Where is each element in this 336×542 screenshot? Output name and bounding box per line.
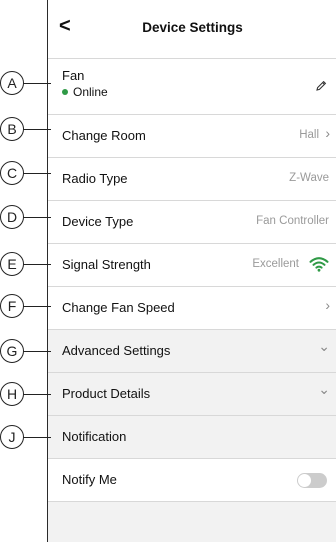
- callout-leader: [23, 83, 51, 84]
- advanced-settings-row[interactable]: Advanced Settings ⌄: [48, 330, 336, 373]
- notification-label: Notification: [62, 429, 127, 444]
- device-name: Fan: [62, 68, 85, 83]
- callout-b: B: [0, 117, 24, 141]
- phone-screen: < Device Settings Fan Online Change Room…: [47, 0, 336, 542]
- change-room-row[interactable]: Change Room Hall ›: [48, 115, 336, 158]
- change-room-label: Change Room: [62, 128, 146, 143]
- chevron-right-icon: ›: [325, 125, 330, 141]
- callout-f: F: [0, 294, 24, 318]
- callout-c: C: [0, 161, 24, 185]
- callout-e: E: [0, 252, 24, 276]
- chevron-down-icon: ⌄: [318, 381, 330, 397]
- pencil-icon[interactable]: [315, 80, 327, 92]
- callout-g: G: [0, 339, 24, 363]
- callout-leader: [23, 129, 51, 130]
- chevron-down-icon: ⌄: [318, 338, 330, 354]
- wifi-icon: [309, 257, 329, 272]
- chevron-right-icon: ›: [325, 297, 330, 313]
- toggle-knob: [298, 474, 311, 487]
- notification-row: Notification: [48, 416, 336, 459]
- signal-strength-row: Signal Strength Excellent: [48, 244, 336, 287]
- signal-strength-value: Excellent: [252, 258, 299, 270]
- callout-leader: [23, 217, 51, 218]
- callout-leader: [23, 351, 51, 352]
- device-type-value: Fan Controller: [256, 215, 329, 227]
- device-status-text: Online: [73, 85, 108, 99]
- notify-me-label: Notify Me: [62, 472, 117, 487]
- callout-leader: [23, 437, 51, 438]
- radio-type-label: Radio Type: [62, 171, 128, 186]
- callout-leader: [23, 306, 51, 307]
- product-details-label: Product Details: [62, 386, 151, 401]
- radio-type-value: Z-Wave: [289, 172, 329, 184]
- callout-h: H: [0, 382, 24, 406]
- callout-leader: [23, 394, 51, 395]
- product-details-row[interactable]: Product Details ⌄: [48, 373, 336, 416]
- notify-me-toggle[interactable]: [297, 473, 327, 488]
- device-status: Online: [62, 85, 108, 99]
- online-dot-icon: [62, 89, 68, 95]
- radio-type-row: Radio Type Z-Wave: [48, 158, 336, 201]
- callout-a: A: [0, 71, 24, 95]
- notify-me-row[interactable]: Notify Me: [48, 459, 336, 502]
- change-room-value: Hall: [299, 129, 319, 141]
- advanced-settings-label: Advanced Settings: [62, 343, 171, 358]
- callout-leader: [23, 264, 51, 265]
- callout-leader: [23, 173, 51, 174]
- change-fan-speed-row[interactable]: Change Fan Speed ›: [48, 287, 336, 330]
- device-name-row[interactable]: Fan Online: [48, 59, 336, 115]
- device-type-row: Device Type Fan Controller: [48, 201, 336, 244]
- header-bar: < Device Settings: [48, 0, 336, 59]
- signal-strength-label: Signal Strength: [62, 257, 151, 272]
- callout-d: D: [0, 205, 24, 229]
- device-type-label: Device Type: [62, 214, 134, 229]
- callout-j: J: [0, 425, 24, 449]
- page-title: Device Settings: [142, 20, 243, 35]
- change-fan-speed-label: Change Fan Speed: [62, 300, 175, 315]
